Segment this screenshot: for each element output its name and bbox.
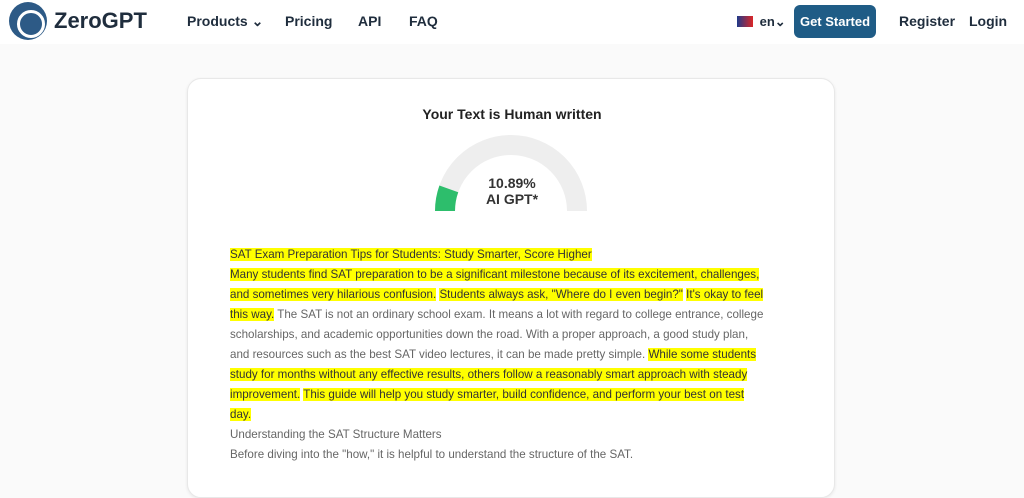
text-subheading: Understanding the SAT Structure Matters — [230, 428, 442, 441]
register-link[interactable]: Register — [899, 13, 955, 29]
text-line-8: improvement. This guide will help you st… — [230, 385, 790, 405]
highlighted-title: SAT Exam Preparation Tips for Students: … — [230, 248, 592, 261]
text-line-10: Understanding the SAT Structure Matters — [230, 425, 790, 445]
ai-percentage: 10.89% — [488, 175, 536, 191]
highlighted-sentence: While some students — [648, 348, 757, 361]
highlighted-sentence: improvement. — [230, 388, 301, 401]
zerogpt-logo[interactable]: ZeroGPT — [9, 2, 147, 40]
highlighted-sentence: this way. — [230, 308, 275, 321]
highlighted-sentence: Many students find SAT preparation to be… — [230, 268, 760, 281]
detection-result-card: Your Text is Human written 10.89% AI GPT… — [187, 78, 835, 498]
highlighted-sentence: This guide will help you study smarter, … — [303, 388, 745, 401]
language-label: en⌄ — [759, 14, 786, 29]
uk-flag-icon — [737, 16, 753, 27]
highlighted-sentence: and sometimes very hilarious confusion. — [230, 288, 437, 301]
plain-sentence: The SAT is not an ordinary school exam. … — [277, 308, 764, 321]
highlighted-sentence: study for months without any effective r… — [230, 368, 748, 381]
pricing-link[interactable]: Pricing — [285, 13, 332, 29]
language-selector[interactable]: en⌄ — [737, 14, 786, 30]
plain-sentence: Before diving into the "how," it is help… — [230, 448, 634, 461]
brain-logo-icon — [9, 2, 47, 40]
plain-sentence: scholarships, and academic opportunities… — [230, 328, 749, 341]
top-navigation: ZeroGPT Products ⌄ Pricing API FAQ en⌄ G… — [0, 0, 1024, 44]
highlighted-sentence: It's okay to feel — [686, 288, 764, 301]
highlighted-sentence: Students always ask, "Where do I even be… — [439, 288, 683, 301]
text-line-2: Many students find SAT preparation to be… — [230, 265, 790, 285]
highlighted-sentence: day. — [230, 408, 252, 421]
text-line-6: and resources such as the best SAT video… — [230, 345, 790, 365]
text-line-9: day. — [230, 405, 790, 425]
text-line-1: SAT Exam Preparation Tips for Students: … — [230, 245, 790, 265]
result-title: Your Text is Human written — [422, 106, 602, 122]
text-line-5: scholarships, and academic opportunities… — [230, 325, 790, 345]
products-menu[interactable]: Products ⌄ — [187, 13, 263, 30]
api-link[interactable]: API — [358, 13, 381, 29]
text-line-3: and sometimes very hilarious confusion. … — [230, 285, 790, 305]
text-line-11: Before diving into the "how," it is help… — [230, 445, 790, 465]
ai-score-readout: 10.89% AI GPT* — [188, 175, 836, 207]
text-line-7: study for months without any effective r… — [230, 365, 790, 385]
brand-name[interactable]: ZeroGPT — [54, 8, 147, 34]
analyzed-text: SAT Exam Preparation Tips for Students: … — [230, 245, 790, 465]
ai-gpt-label: AI GPT* — [485, 191, 539, 207]
text-line-4: this way. The SAT is not an ordinary sch… — [230, 305, 790, 325]
plain-sentence: and resources such as the best SAT video… — [230, 348, 646, 361]
get-started-button[interactable]: Get Started — [794, 5, 876, 38]
faq-link[interactable]: FAQ — [409, 13, 438, 29]
login-link[interactable]: Login — [969, 13, 1007, 29]
